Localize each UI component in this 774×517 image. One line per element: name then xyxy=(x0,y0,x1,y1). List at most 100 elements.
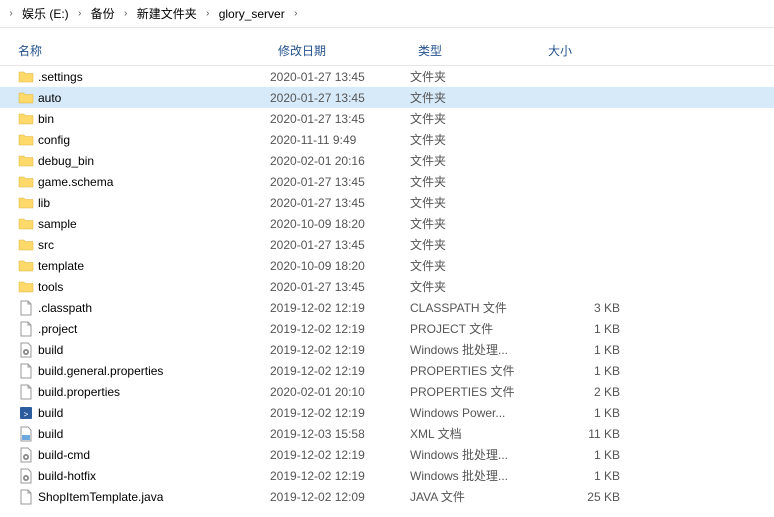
file-size-label: 1 KB xyxy=(540,343,630,357)
chevron-right-icon[interactable]: › xyxy=(201,2,215,26)
folder-icon xyxy=(18,174,34,190)
breadcrumb-item[interactable]: glory_server xyxy=(215,2,289,26)
file-name-label: build-hotfix xyxy=(38,469,96,483)
file-type-label: 文件夹 xyxy=(410,194,540,211)
file-row[interactable]: .project2019-12-02 12:19PROJECT 文件1 KB xyxy=(0,318,774,339)
file-row[interactable]: build.properties 2020-02-01 20:10PROPERTI… xyxy=(0,381,774,402)
file-name-label: build-cmd xyxy=(38,448,90,462)
file-row[interactable]: .classpath2019-12-02 12:19CLASSPATH 文件3 … xyxy=(0,297,774,318)
file-name-cell: bin xyxy=(18,111,270,127)
file-icon xyxy=(18,321,34,337)
file-size-label: 11 KB xyxy=(540,427,630,441)
file-name-cell: build-cmd xyxy=(18,447,270,463)
chevron-right-icon[interactable]: › xyxy=(73,2,87,26)
file-row[interactable]: game.schema2020-01-27 13:45文件夹 xyxy=(0,171,774,192)
file-row[interactable]: src2020-01-27 13:45文件夹 xyxy=(0,234,774,255)
column-header-size[interactable]: 大小 xyxy=(540,36,640,65)
file-name-cell: sample xyxy=(18,216,270,232)
file-date-label: 2020-02-01 20:10 xyxy=(270,385,410,399)
file-name-cell: .settings xyxy=(18,69,270,85)
file-name-label: build xyxy=(38,343,63,357)
file-name-cell: build xyxy=(18,426,270,442)
file-date-label: 2019-12-02 12:19 xyxy=(270,343,410,357)
file-name-label: config xyxy=(38,133,70,147)
folder-icon xyxy=(18,111,34,127)
gear-icon xyxy=(18,447,34,463)
file-row[interactable]: ShopItemTemplate.java2019-12-02 12:09JAV… xyxy=(0,486,774,507)
breadcrumb-item[interactable]: 备份 xyxy=(87,2,119,26)
folder-icon xyxy=(18,237,34,253)
file-type-label: 文件夹 xyxy=(410,215,540,232)
file-name-label: .classpath xyxy=(38,301,92,315)
file-type-label: Windows 批处理... xyxy=(410,446,540,463)
file-date-label: 2020-01-27 13:45 xyxy=(270,196,410,210)
file-row[interactable]: lib 2020-01-27 13:45文件夹 xyxy=(0,192,774,213)
file-row[interactable]: build-cmd2019-12-02 12:19Windows 批处理...1… xyxy=(0,444,774,465)
file-size-label: 3 KB xyxy=(540,301,630,315)
file-size-label: 1 KB xyxy=(540,448,630,462)
file-row[interactable]: sample2020-10-09 18:20文件夹 xyxy=(0,213,774,234)
file-icon xyxy=(18,384,34,400)
file-row[interactable]: build.general.properties 2019-12-02 12:19… xyxy=(0,360,774,381)
file-type-label: Windows 批处理... xyxy=(410,341,540,358)
file-icon xyxy=(18,489,34,505)
column-header-date[interactable]: 修改日期 xyxy=(270,36,410,65)
file-row[interactable]: tools2020-01-27 13:45文件夹 xyxy=(0,276,774,297)
file-name-cell: game.schema xyxy=(18,174,270,190)
column-header-name[interactable]: 名称 xyxy=(0,36,270,65)
breadcrumb[interactable]: ›娱乐 (E:)›备份›新建文件夹›glory_server› xyxy=(0,0,774,28)
file-name-cell: .project xyxy=(18,321,270,337)
file-name-label: lib xyxy=(38,196,50,210)
file-type-label: 文件夹 xyxy=(410,68,540,85)
file-name-label: game.schema xyxy=(38,175,113,189)
file-name-cell: build.general.properties xyxy=(18,363,270,379)
file-list: .settings2020-01-27 13:45文件夹auto2020-01-… xyxy=(0,66,774,507)
file-date-label: 2020-01-27 13:45 xyxy=(270,70,410,84)
file-row[interactable]: auto2020-01-27 13:45文件夹 xyxy=(0,87,774,108)
file-row[interactable]: build 2019-12-02 12:19Windows 批处理...1 KB xyxy=(0,339,774,360)
file-type-label: PROJECT 文件 xyxy=(410,320,540,337)
file-type-label: 文件夹 xyxy=(410,152,540,169)
file-size-label: 1 KB xyxy=(540,364,630,378)
file-date-label: 2020-02-01 20:16 xyxy=(270,154,410,168)
file-row[interactable]: build-hotfix2019-12-02 12:19Windows 批处理.… xyxy=(0,465,774,486)
ps-icon xyxy=(18,405,34,421)
file-row[interactable]: bin2020-01-27 13:45文件夹 xyxy=(0,108,774,129)
file-row[interactable]: build2019-12-03 15:58XML 文档11 KB xyxy=(0,423,774,444)
breadcrumb-item[interactable]: 新建文件夹 xyxy=(133,2,201,26)
file-type-label: XML 文档 xyxy=(410,425,540,442)
file-date-label: 2019-12-02 12:19 xyxy=(270,364,410,378)
breadcrumb-item[interactable]: 娱乐 (E:) xyxy=(18,2,73,26)
file-icon xyxy=(18,363,34,379)
file-size-label: 1 KB xyxy=(540,406,630,420)
folder-icon xyxy=(18,279,34,295)
chevron-right-icon[interactable]: › xyxy=(4,2,18,26)
chevron-right-icon[interactable]: › xyxy=(119,2,133,26)
file-name-label: .settings xyxy=(38,70,83,84)
file-row[interactable]: config2020-11-11 9:49文件夹 xyxy=(0,129,774,150)
file-name-cell: src xyxy=(18,237,270,253)
file-row[interactable]: .settings 2020-01-27 13:45文件夹 xyxy=(0,66,774,87)
file-type-label: 文件夹 xyxy=(410,89,540,106)
file-type-label: Windows 批处理... xyxy=(410,467,540,484)
file-name-label: build xyxy=(38,406,63,420)
column-header-row: 名称 修改日期 类型 大小 xyxy=(0,36,774,66)
file-name-label: build.general.properties xyxy=(38,364,163,378)
file-row[interactable]: template2020-10-09 18:20文件夹 xyxy=(0,255,774,276)
file-name-label: build.properties xyxy=(38,385,120,399)
column-header-type[interactable]: 类型 xyxy=(410,36,540,65)
file-size-label: 1 KB xyxy=(540,322,630,336)
file-row[interactable]: debug_bin2020-02-01 20:16文件夹 xyxy=(0,150,774,171)
file-date-label: 2019-12-02 12:19 xyxy=(270,301,410,315)
file-size-label: 25 KB xyxy=(540,490,630,504)
file-date-label: 2020-01-27 13:45 xyxy=(270,91,410,105)
file-type-label: 文件夹 xyxy=(410,278,540,295)
folder-icon xyxy=(18,195,34,211)
file-name-cell: lib xyxy=(18,195,270,211)
file-name-cell: .classpath xyxy=(18,300,270,316)
chevron-right-icon[interactable]: › xyxy=(289,2,303,26)
file-type-label: PROPERTIES 文件 xyxy=(410,383,540,400)
gear-icon xyxy=(18,342,34,358)
file-name-label: build xyxy=(38,427,63,441)
file-row[interactable]: build2019-12-02 12:19Windows Power...1 K… xyxy=(0,402,774,423)
